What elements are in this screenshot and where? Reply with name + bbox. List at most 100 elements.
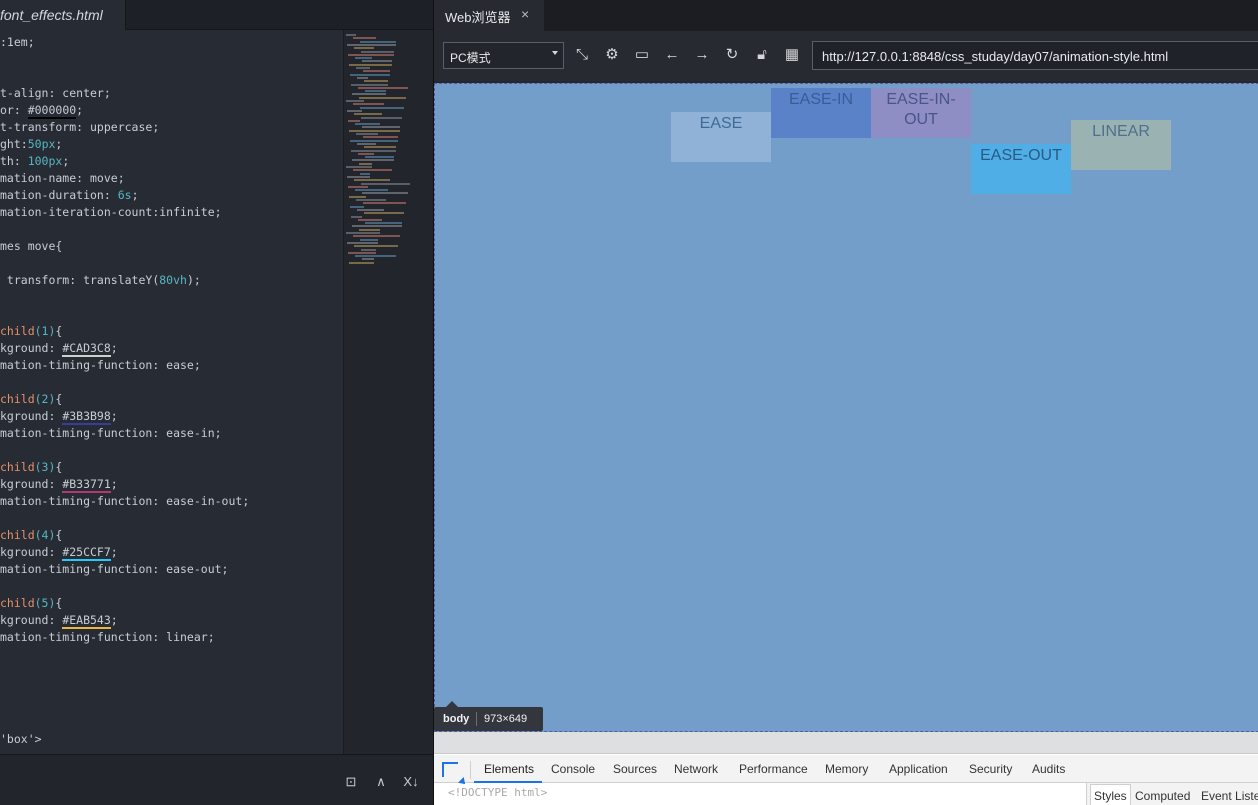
code-line: child(5){ xyxy=(0,595,62,612)
minimap-stroke xyxy=(349,63,392,66)
code-token: #EAB543 xyxy=(62,613,111,629)
tab-computed[interactable]: Computed xyxy=(1135,789,1190,803)
tab-security[interactable]: Security xyxy=(969,762,1012,776)
code-area[interactable]: :1em; t-align: center; or: #000000; t-trans… xyxy=(0,34,343,754)
mode-select[interactable]: PC模式 xyxy=(443,42,564,69)
code-line: transform: translateY(80vh); xyxy=(0,272,201,289)
code-token: t-transform: uppercase; xyxy=(0,120,160,134)
tab-performance[interactable]: Performance xyxy=(739,762,808,776)
browser-tab-label: Web浏览器 xyxy=(445,10,511,25)
tab-network[interactable]: Network xyxy=(674,762,718,776)
tab-styles[interactable]: Styles xyxy=(1090,784,1131,805)
code-token: px xyxy=(41,137,56,151)
minimap-stroke xyxy=(357,208,384,211)
code-token: ; xyxy=(62,154,70,168)
tab-memory[interactable]: Memory xyxy=(825,762,868,776)
minimap-stroke xyxy=(353,235,400,238)
animation-box-label: ease-in xyxy=(788,91,853,108)
code-token: :1em; xyxy=(0,35,35,49)
reload-icon[interactable]: ↻ xyxy=(722,45,742,65)
devtools-resize-strip[interactable] xyxy=(434,732,1258,754)
minimap-stroke xyxy=(348,251,376,254)
code-line: kground: #25CCF7; xyxy=(0,544,118,561)
mode-select-value: PC模式 xyxy=(450,51,491,65)
code-token: { xyxy=(55,460,63,474)
minimap-stroke xyxy=(356,67,370,69)
code-line: kground: #3B3B98; xyxy=(0,408,118,425)
tab-application[interactable]: Application xyxy=(889,762,948,776)
lock-icon[interactable]: 🔓︎ xyxy=(752,45,772,65)
code-token: #B33771 xyxy=(62,477,111,493)
minimap-stroke xyxy=(351,149,396,152)
code-line: child(4){ xyxy=(0,527,62,544)
tooltip-tag-name: body xyxy=(443,713,470,725)
code-line: mation-name: move; xyxy=(0,170,125,187)
code-line: mes move{ xyxy=(0,238,62,255)
minimap-stroke xyxy=(347,175,370,178)
code-token: ; xyxy=(110,341,118,355)
code-line: th: 100px; xyxy=(0,153,69,170)
minimap-stroke xyxy=(355,57,372,60)
code-token: th: xyxy=(0,154,28,168)
animation-box-label: ease xyxy=(699,115,743,132)
code-minimap[interactable] xyxy=(343,30,433,754)
code-token: or: xyxy=(0,103,28,117)
code-token: ; xyxy=(55,137,63,151)
browser-tab[interactable]: Web浏览器 × xyxy=(434,0,544,31)
tab-elements[interactable]: Elements xyxy=(484,762,534,776)
tab-console[interactable]: Console xyxy=(551,762,595,776)
gear-icon[interactable]: ⚙ xyxy=(602,45,622,65)
code-token: t-align: center; xyxy=(0,86,111,100)
inspect-element-icon[interactable] xyxy=(442,762,468,787)
tab-sources[interactable]: Sources xyxy=(613,762,657,776)
minimap-stroke xyxy=(355,255,396,258)
replace-icon[interactable]: ⊡ xyxy=(341,773,361,791)
minimap-stroke xyxy=(347,241,378,244)
code-line: t-align: center; xyxy=(0,85,111,102)
minimap-stroke xyxy=(359,162,372,165)
minimap-stroke xyxy=(346,166,372,168)
code-line: child(1){ xyxy=(0,323,62,340)
animation-box-linear: linear xyxy=(1071,120,1171,170)
url-bar[interactable]: http://127.0.0.1:8848/css_studay/day07/a… xyxy=(812,41,1258,70)
animation-box-ease-in: ease-in xyxy=(771,88,871,138)
code-token: 80vh xyxy=(159,273,187,287)
tab-event-listeners[interactable]: Event Listen xyxy=(1201,789,1258,803)
minimap-stroke xyxy=(358,152,374,155)
minimap-stroke xyxy=(362,60,392,63)
dom-source-line[interactable]: <!DOCTYPE html> xyxy=(448,786,547,799)
code-token: transform: translateY( xyxy=(0,273,160,287)
minimap-stroke xyxy=(354,245,398,248)
code-token: ; xyxy=(110,477,118,491)
close-icon[interactable]: × xyxy=(521,6,529,22)
chevron-up-icon[interactable]: ∧ xyxy=(371,773,391,791)
divider xyxy=(470,761,471,779)
tab-audits[interactable]: Audits xyxy=(1032,762,1065,776)
qr-code-icon[interactable]: ▦ xyxy=(782,45,802,65)
code-line: kground: #B33771; xyxy=(0,476,118,493)
minimap-stroke xyxy=(349,129,400,132)
minimap-stroke xyxy=(351,83,388,86)
element-size-tooltip: body 973×649 xyxy=(434,701,543,731)
minimap-stroke xyxy=(361,248,376,251)
code-token: kground: xyxy=(0,409,63,423)
tooltip-dimensions: 973×649 xyxy=(484,713,528,725)
minimap-stroke xyxy=(362,126,400,129)
close-all-icon[interactable]: X↓ xyxy=(401,773,421,791)
forward-arrow-icon[interactable]: → xyxy=(692,45,712,65)
console-icon[interactable]: ▭ xyxy=(632,45,652,65)
code-token: mes move{ xyxy=(0,239,63,253)
code-line: mation-timing-function: linear; xyxy=(0,629,215,646)
code-token: { xyxy=(55,392,63,406)
code-token: #3B3B98 xyxy=(62,409,111,425)
resize-icon[interactable]: ⤡ xyxy=(572,45,592,65)
minimap-stroke xyxy=(360,106,404,109)
tooltip-arrow xyxy=(446,701,458,707)
page-viewport[interactable]: ease ease-in ease-in-out ease-out linear xyxy=(434,83,1258,732)
minimap-stroke xyxy=(348,185,368,188)
editor-file-tab[interactable]: font_effects.html xyxy=(0,0,126,30)
code-token: mation-timing-function: ease-in; xyxy=(0,426,222,440)
code-token: 50 xyxy=(27,137,42,151)
back-arrow-icon[interactable]: ← xyxy=(662,45,682,65)
code-line: child(2){ xyxy=(0,391,62,408)
